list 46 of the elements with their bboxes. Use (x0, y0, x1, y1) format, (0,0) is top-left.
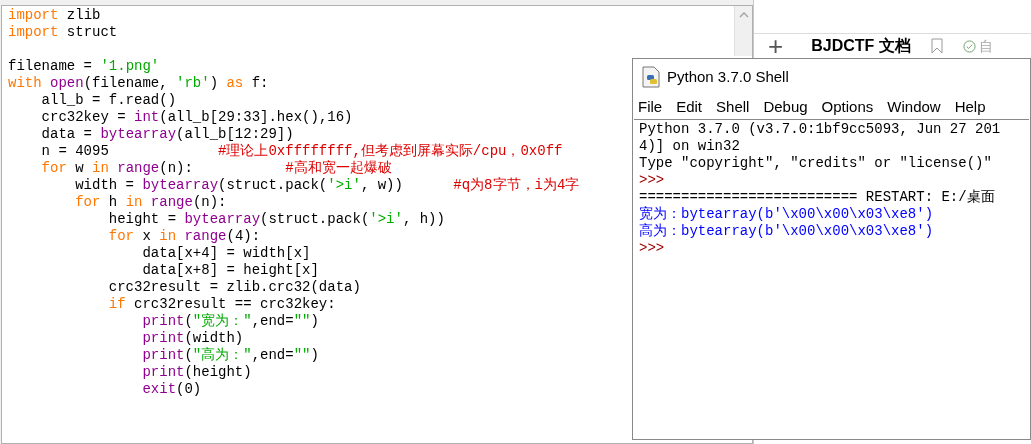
check-circle-icon (962, 39, 976, 53)
scroll-up-icon[interactable] (738, 12, 749, 18)
shell-line: 宽为：bytearray(b'\x00\x00\x03\xe8') (639, 206, 934, 223)
code-line: data[x+8] = height[x] (141, 262, 319, 279)
shell-prompt: >>> (639, 240, 665, 257)
shell-line: Type "copyright", "credits" or "license()" (639, 155, 992, 172)
code-line: import zlib (8, 7, 101, 24)
add-tab-button[interactable]: + (768, 36, 784, 56)
menu-item[interactable]: Options (821, 95, 874, 119)
code-line: data[x+4] = width[x] (141, 245, 311, 262)
shell-prompt: >>> (639, 172, 665, 189)
code-line: crc32key = int(all_b[29:33].hex(),16) (40, 109, 353, 126)
shell-line: Python 3.7.0 (v3.7.0:1bf9cc5093, Jun 27 201 (639, 121, 1001, 138)
code-line: for h in range(n): (74, 194, 227, 211)
menu-item[interactable]: Shell (716, 95, 750, 119)
code-line: filename = '1.png' (8, 58, 160, 75)
code-line: n = 4095 #理论上0xffffffff,但考虑到屏幕实际/cpu，0x0ff (40, 143, 563, 160)
code-line: print(height) (141, 364, 252, 381)
code-line: all_b = f.read() (40, 92, 177, 109)
menu-item[interactable]: File (638, 95, 663, 119)
menu-item[interactable]: Edit (676, 95, 703, 119)
scrollbar[interactable] (734, 6, 752, 56)
code-line: print("高为：",end="") (141, 347, 319, 364)
code-line: for w in range(n): #高和宽一起爆破 (40, 160, 392, 177)
window-title: Python 3.7.0 Shell (667, 66, 789, 87)
code-line: data = bytearray(all_b[12:29]) (40, 126, 294, 143)
code-line: for x in range(4): (107, 228, 261, 245)
document-title: BJDCTF 文档 (811, 36, 911, 56)
code-line: if crc32result == crc32key: (107, 296, 336, 313)
code-line: exit(0) (141, 381, 202, 398)
menu-item[interactable]: Window (887, 95, 941, 119)
shell-line: 4)] on win32 (639, 138, 740, 155)
bookmark-icon[interactable] (930, 38, 943, 54)
code-line: crc32result = zlib.crc32(data) (107, 279, 361, 296)
python-file-icon (641, 66, 661, 88)
menu-item[interactable]: Help (954, 95, 986, 119)
code-line: width = bytearray(struct.pack('>i', w)) #q为8字节，i为4字 (74, 177, 580, 194)
code-line: height = bytearray(struct.pack('>i', h)) (107, 211, 445, 228)
code-line: print(width) (141, 330, 244, 347)
shell-line: ========================== RESTART: E:/桌面 (639, 189, 995, 206)
code-line: import struct (8, 24, 118, 41)
code-line: print("宽为：",end="") (141, 313, 319, 330)
menu-item[interactable]: Debug (763, 95, 808, 119)
shell-line: 高为：bytearray(b'\x00\x00\x03\xe8') (639, 223, 934, 240)
code-line: with open(filename, 'rb') as f: (8, 75, 269, 92)
save-status: 自 (978, 36, 993, 56)
